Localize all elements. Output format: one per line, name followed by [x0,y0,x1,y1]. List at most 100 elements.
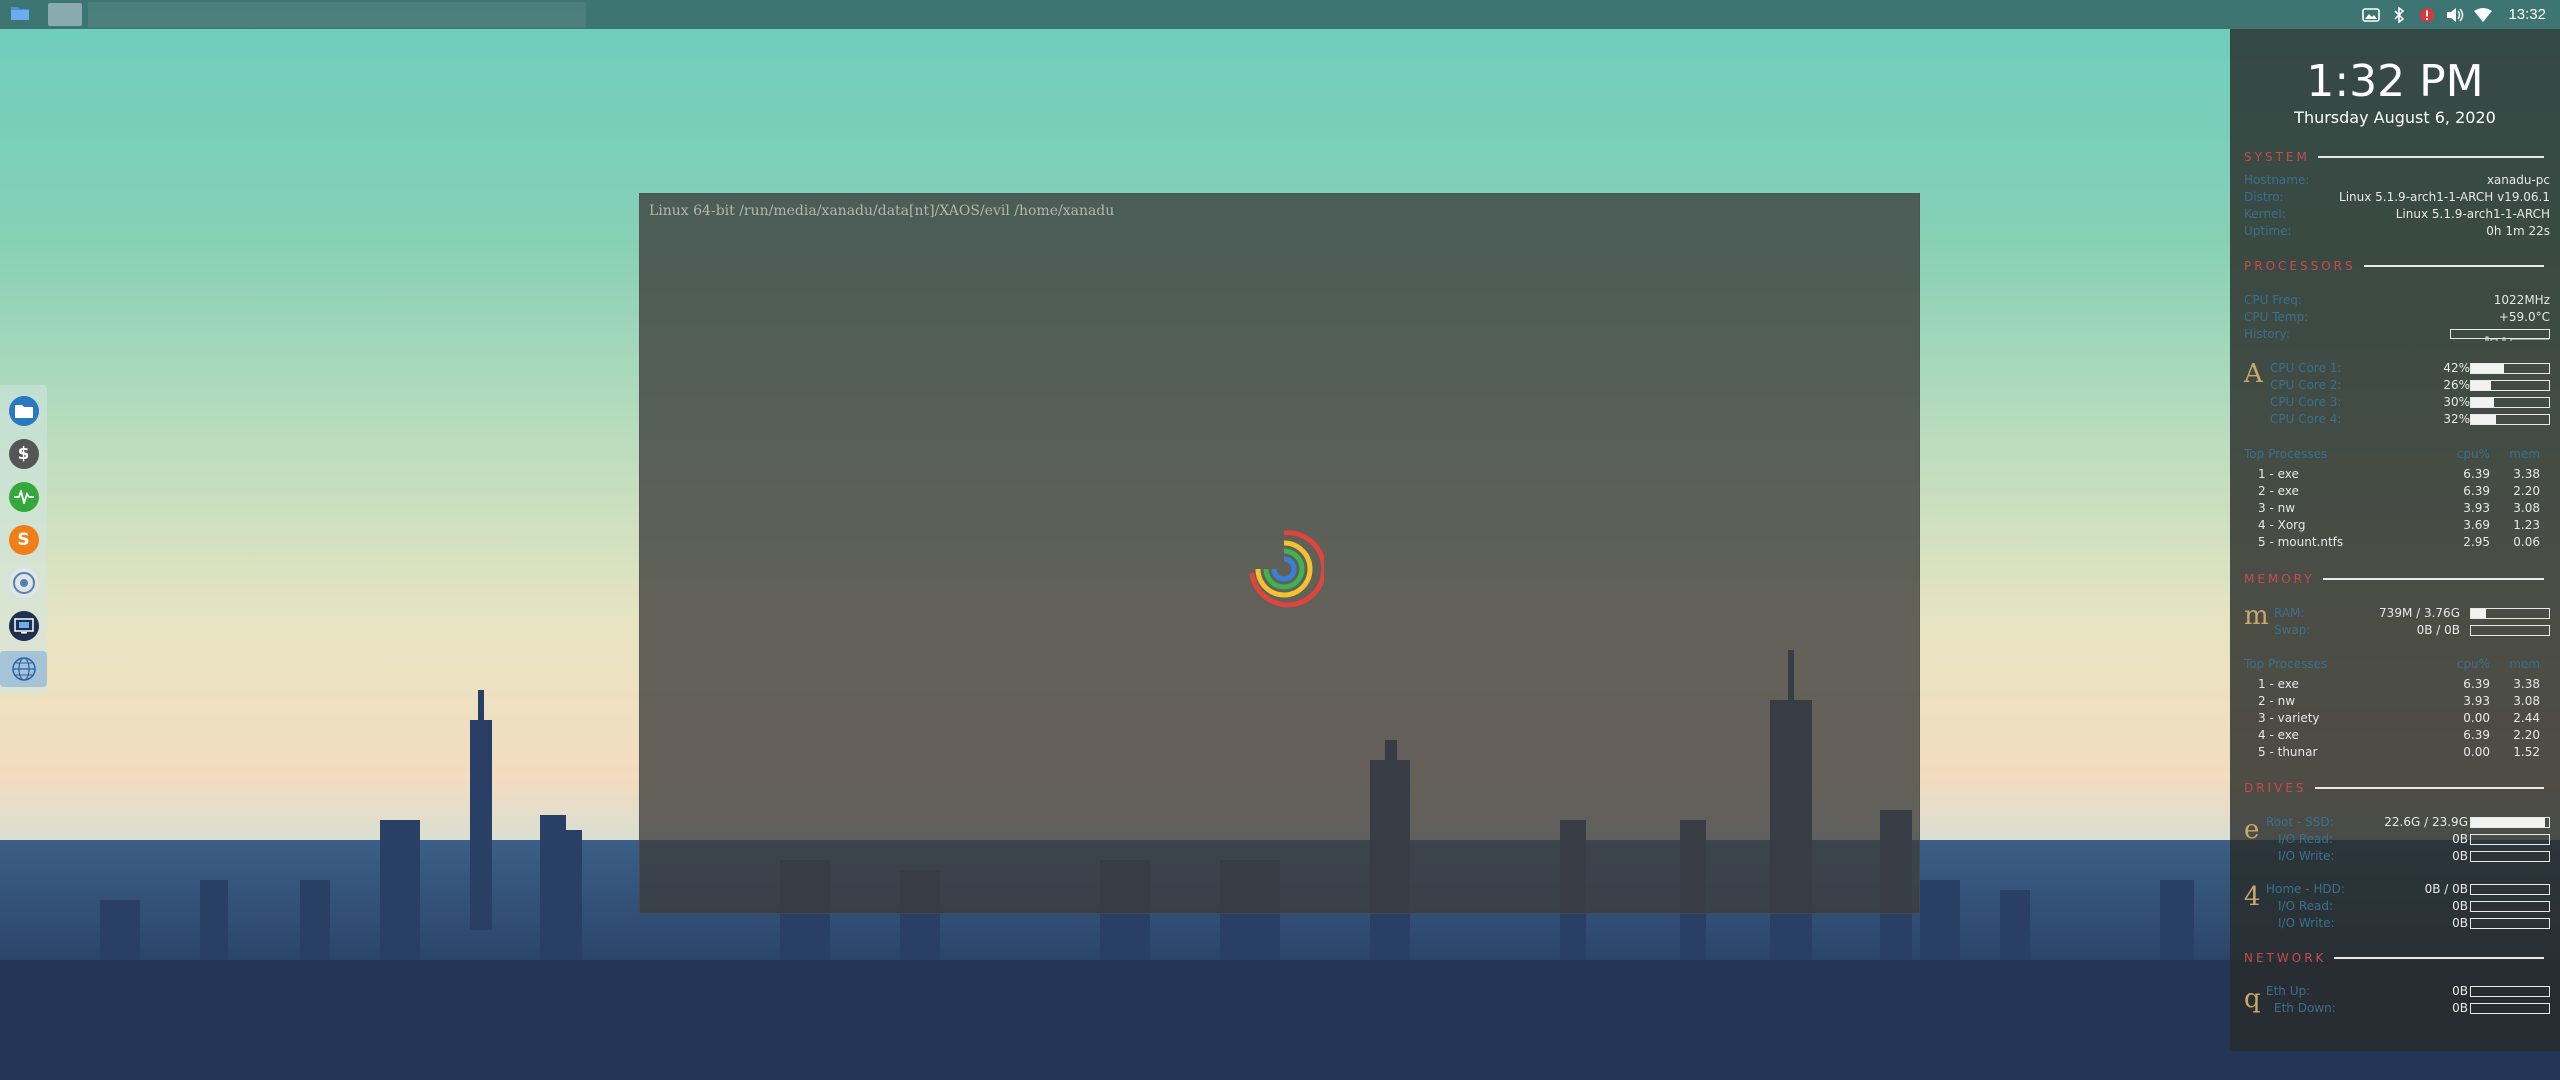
process-mem: 1.52 [2513,745,2540,759]
dock-item-browser[interactable] [0,651,47,687]
dock-item-file-manager[interactable] [6,393,42,429]
process-cpu: 6.39 [2463,467,2490,481]
drive-home-value: 0B [2452,916,2468,930]
process-label: exe [2277,677,2299,691]
process-row: 1 - exe 6.39 3.38 [2244,467,2550,482]
process-label: Xorg [2277,518,2306,532]
memory-label: RAM: [2274,606,2305,620]
system-label: Uptime: [2244,224,2292,238]
section-system-label: SYSTEM [2244,150,2310,164]
cpu-core-bar-fill [2471,381,2491,390]
system-row: Hostname: xanadu-pc [2244,173,2550,188]
system-label: Kernel: [2244,207,2286,221]
memory-bar-fill [2471,609,2486,618]
drive-root-value: 0B [2452,832,2468,846]
memory-bar [2470,625,2550,636]
process-row: 3 - variety 0.00 2.44 [2244,711,2550,726]
drive-root-label: I/O Read: [2278,832,2334,846]
process-cpu: 2.95 [2463,535,2490,549]
process-cpu: 3.93 [2463,694,2490,708]
process-cpu: 3.69 [2463,518,2490,532]
section-processors-label: PROCESSORS [2244,259,2356,273]
dock-item-sublime[interactable]: S [6,522,42,558]
drive-root-row: I/O Read: 0B [2244,832,2550,847]
network-row: Eth Up: 0B [2244,984,2550,999]
panel-clock[interactable]: 13:32 [2508,6,2546,23]
memory-label: Swap: [2274,623,2311,637]
process-label: exe [2277,484,2299,498]
drive-home-value: 0B / 0B [2424,882,2468,896]
cpu-core-bar [2470,363,2550,374]
screenshot-icon [8,611,39,641]
drive-root-row: Root - SSD: 22.6G / 23.9G [2244,815,2550,830]
memory-row: Swap: 0B / 0B [2244,623,2550,638]
process-rank: 3 [2258,711,2266,725]
drive-home-bar [2470,918,2550,929]
process-name: 5 - thunar [2258,745,2318,759]
photo-icon[interactable] [2362,6,2381,24]
process-row: 1 - exe 6.39 3.38 [2244,677,2550,692]
terminal-prompt[interactable]: Linux 64-bit /run/media/xanadu/data[nt]/… [649,203,1114,219]
drive-home-label: I/O Write: [2278,916,2335,930]
dock-item-system-monitor[interactable] [6,479,42,515]
section-drives-label: DRIVES [2244,781,2307,795]
section-system-title: SYSTEM [2244,150,2544,164]
cpu-core-row: CPU Core 1: 42% [2244,361,2550,376]
cpu-core-label: CPU Core 1: [2270,361,2342,375]
bluetooth-icon[interactable] [2390,6,2408,24]
cpu-freq-row: CPU Freq: 1022MHz [2244,293,2550,308]
memory-value: 739M / 3.76G [2379,606,2460,620]
drive-root-label: I/O Write: [2278,849,2335,863]
section-network-title: NETWORK [2244,951,2544,965]
wifi-icon[interactable] [2474,6,2493,24]
cpu-core-bar [2470,397,2550,408]
taskbar-strip [88,1,586,28]
network-label: Eth Up: [2266,984,2311,998]
process-rank: 4 [2258,518,2266,532]
drive-root-bar [2470,817,2550,828]
drive-root-bar [2470,834,2550,845]
drive-home-label: I/O Read: [2278,899,2334,913]
dock-item-chrome[interactable] [6,565,42,601]
cpu-core-row: CPU Core 4: 32% [2244,412,2550,427]
dock-item-screenshot[interactable] [6,608,42,644]
mem-top-header-cpu: cpu% [2456,657,2490,671]
process-cpu: 0.00 [2463,711,2490,725]
network-value: 0B [2452,1001,2468,1015]
app-launcher-button[interactable] [0,0,40,29]
cpu-core-bar-fill [2471,364,2504,373]
taskbar-window-button[interactable] [48,3,82,26]
folder-icon [11,5,29,24]
process-mem: 1.23 [2513,518,2540,532]
alert-icon[interactable] [2418,6,2436,24]
drive-home-bar [2470,901,2550,912]
cpu-freq-label: CPU Freq: [2244,293,2302,307]
terminal-window[interactable]: Linux 64-bit /run/media/xanadu/data[nt]/… [639,193,1920,914]
process-name: 3 - nw [2258,501,2296,515]
process-rank: 2 [2258,694,2266,708]
system-value: xanadu-pc [2486,173,2550,187]
section-processors-title: PROCESSORS [2244,259,2544,273]
globe-icon [9,654,39,684]
process-mem: 2.20 [2513,728,2540,742]
process-name: 4 - exe [2258,728,2299,742]
volume-icon[interactable] [2446,6,2464,24]
terminal-icon: $ [8,439,39,469]
loading-spinner-icon [1249,530,1324,608]
cpu-temp-row: CPU Temp: +59.0°C [2244,310,2550,325]
mem-top-header-mem: mem [2509,657,2540,671]
cpu-core-value: 30% [2443,395,2470,409]
cpu-temp-label: CPU Temp: [2244,310,2309,324]
dock-item-terminal[interactable]: $ [6,436,42,472]
system-row: Distro: Linux 5.1.9-arch1-1-ARCH v19.06.… [2244,190,2550,205]
network-value: 0B [2452,984,2468,998]
system-value: 0h 1m 22s [2486,224,2550,238]
drive-home-value: 0B [2452,899,2468,913]
process-label: variety [2277,711,2320,725]
process-row: 2 - exe 6.39 2.20 [2244,484,2550,499]
memory-value: 0B / 0B [2416,623,2460,637]
network-label: Eth Down: [2274,1001,2336,1015]
process-name: 5 - mount.ntfs [2258,535,2344,549]
cpu-core-row: CPU Core 2: 26% [2244,378,2550,393]
system-row: Uptime: 0h 1m 22s [2244,224,2550,239]
